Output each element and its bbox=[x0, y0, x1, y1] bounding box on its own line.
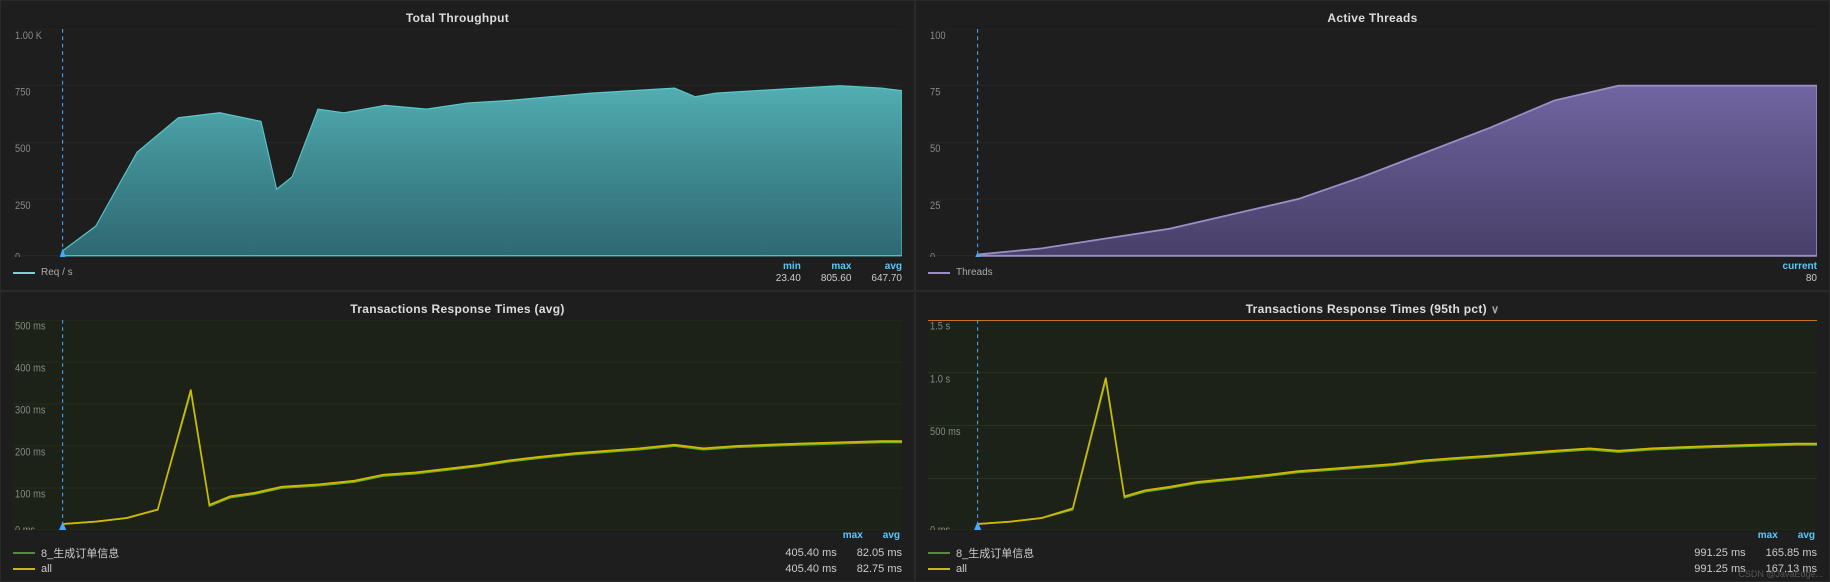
svg-text:100: 100 bbox=[930, 30, 946, 42]
throughput-max-group: max 805.60 bbox=[821, 261, 852, 284]
throughput-legend-label: Req / s bbox=[13, 267, 73, 278]
panel-response-95th: Transactions Response Times (95th pct) ∨ bbox=[915, 291, 1830, 582]
throughput-avg-header: avg bbox=[885, 261, 902, 272]
svg-text:750: 750 bbox=[15, 87, 31, 99]
row2-max: 405.40 ms bbox=[785, 563, 836, 575]
br-max-header: max bbox=[1758, 530, 1778, 541]
svg-text:100 ms: 100 ms bbox=[15, 489, 45, 501]
throughput-max-value: 805.60 bbox=[821, 273, 852, 284]
95th-row1-values: 991.25 ms 165.85 ms bbox=[1694, 547, 1817, 559]
svg-text:500 ms: 500 ms bbox=[930, 427, 960, 439]
row1-name: 8_生成订单信息 bbox=[41, 545, 119, 561]
throughput-legend-line bbox=[13, 272, 35, 274]
response-avg-row2: all 405.40 ms 82.75 ms bbox=[13, 563, 902, 575]
95th-row1-name: 8_生成订单信息 bbox=[956, 545, 1034, 561]
svg-text:0: 0 bbox=[15, 252, 20, 257]
response-95th-row1: 8_生成订单信息 991.25 ms 165.85 ms bbox=[928, 545, 1817, 561]
chart-throughput: 14:08 14:10 14:12 14:14 14:16 14:18 14:2… bbox=[13, 29, 902, 257]
panel-response-avg: Transactions Response Times (avg) 14:08 bbox=[0, 291, 915, 582]
bl-avg-header: avg bbox=[883, 530, 900, 541]
threads-legend: Threads current 80 bbox=[928, 257, 1817, 284]
svg-text:0 ms: 0 ms bbox=[930, 525, 950, 530]
svg-text:300 ms: 300 ms bbox=[15, 405, 45, 417]
95th-row1-max: 991.25 ms bbox=[1694, 547, 1745, 559]
svg-text:1.5 s: 1.5 s bbox=[930, 321, 950, 333]
svg-text:1.00 K: 1.00 K bbox=[15, 30, 42, 42]
svg-text:50: 50 bbox=[930, 144, 941, 156]
95th-row2-line bbox=[928, 568, 950, 570]
throughput-avg-group: avg 647.70 bbox=[871, 261, 902, 284]
row2-avg: 82.75 ms bbox=[857, 563, 902, 575]
panel-active-threads: Active Threads 14:08 bbox=[915, 0, 1830, 291]
dashboard: Total Throughput bbox=[0, 0, 1830, 582]
row2-name: all bbox=[41, 563, 52, 575]
panel-title-response-95th: Transactions Response Times (95th pct) ∨ bbox=[928, 302, 1817, 316]
throughput-req-label: Req / s bbox=[41, 267, 73, 278]
response-95th-row1-label: 8_生成订单信息 bbox=[928, 545, 1034, 561]
svg-text:25: 25 bbox=[930, 200, 941, 212]
response-avg-row1-label: 8_生成订单信息 bbox=[13, 545, 119, 561]
bl-max-header: max bbox=[843, 530, 863, 541]
throughput-max-header: max bbox=[831, 261, 851, 272]
panel-title-threads: Active Threads bbox=[928, 11, 1817, 25]
throughput-legend: Req / s min 23.40 max 805.60 avg 647.70 bbox=[13, 257, 902, 284]
throughput-min-header: min bbox=[783, 261, 801, 272]
panel-total-throughput: Total Throughput bbox=[0, 0, 915, 291]
svg-text:1.0 s: 1.0 s bbox=[930, 374, 950, 386]
95th-row2-name: all bbox=[956, 563, 967, 575]
row1-avg: 82.05 ms bbox=[857, 547, 902, 559]
svg-text:75: 75 bbox=[930, 87, 941, 99]
throughput-min-value: 23.40 bbox=[776, 273, 801, 284]
svg-text:0: 0 bbox=[930, 252, 935, 257]
dropdown-arrow-icon[interactable]: ∨ bbox=[1491, 303, 1499, 316]
threads-stats: current 80 bbox=[1783, 261, 1817, 284]
watermark: CSDN @JavaEdge... bbox=[1738, 569, 1823, 579]
throughput-min-group: min 23.40 bbox=[776, 261, 801, 284]
response-95th-legend: max avg 8_生成订单信息 991.25 ms 165.85 ms all bbox=[928, 530, 1817, 575]
row1-max: 405.40 ms bbox=[785, 547, 836, 559]
throughput-avg-value: 647.70 bbox=[871, 273, 902, 284]
response-avg-legend: max avg 8_生成订单信息 405.40 ms 82.05 ms all bbox=[13, 530, 902, 575]
svg-text:400 ms: 400 ms bbox=[15, 363, 45, 375]
row1-line bbox=[13, 552, 35, 554]
chart-threads: 14:08 14:10 14:12 14:14 14:16 14:18 14:2… bbox=[928, 29, 1817, 257]
svg-text:500: 500 bbox=[15, 144, 31, 156]
panel-95th-title-text: Transactions Response Times (95th pct) bbox=[1246, 302, 1487, 316]
threads-current-group: current 80 bbox=[1783, 261, 1817, 284]
response-avg-row1: 8_生成订单信息 405.40 ms 82.05 ms bbox=[13, 545, 902, 561]
threads-legend-label: Threads bbox=[928, 267, 993, 278]
svg-text:250: 250 bbox=[15, 200, 31, 212]
row2-line bbox=[13, 568, 35, 570]
row1-values: 405.40 ms 82.05 ms bbox=[785, 547, 902, 559]
95th-row1-avg: 165.85 ms bbox=[1766, 547, 1817, 559]
row2-values: 405.40 ms 82.75 ms bbox=[785, 563, 902, 575]
svg-text:0 ms: 0 ms bbox=[15, 525, 35, 530]
threads-current-header: current bbox=[1783, 261, 1817, 272]
threads-legend-line bbox=[928, 272, 950, 274]
chart-response-95th: 14:08 14:10 14:12 14:14 14:16 14:18 14:2… bbox=[928, 320, 1817, 530]
threads-current-value: 80 bbox=[1806, 273, 1817, 284]
throughput-stats: min 23.40 max 805.60 avg 647.70 bbox=[776, 261, 902, 284]
95th-row1-line bbox=[928, 552, 950, 554]
response-avg-row2-label: all bbox=[13, 563, 52, 575]
threads-label: Threads bbox=[956, 267, 993, 278]
br-avg-header: avg bbox=[1798, 530, 1815, 541]
response-95th-row2-label: all bbox=[928, 563, 967, 575]
response-95th-row2: all 991.25 ms 167.13 ms bbox=[928, 563, 1817, 575]
chart-response-avg: 14:08 14:10 14:12 14:14 14:16 14:18 14:2… bbox=[13, 320, 902, 530]
panel-title-response-avg: Transactions Response Times (avg) bbox=[13, 302, 902, 316]
svg-text:500 ms: 500 ms bbox=[15, 321, 45, 333]
svg-text:200 ms: 200 ms bbox=[15, 447, 45, 459]
panel-title-throughput: Total Throughput bbox=[13, 11, 902, 25]
